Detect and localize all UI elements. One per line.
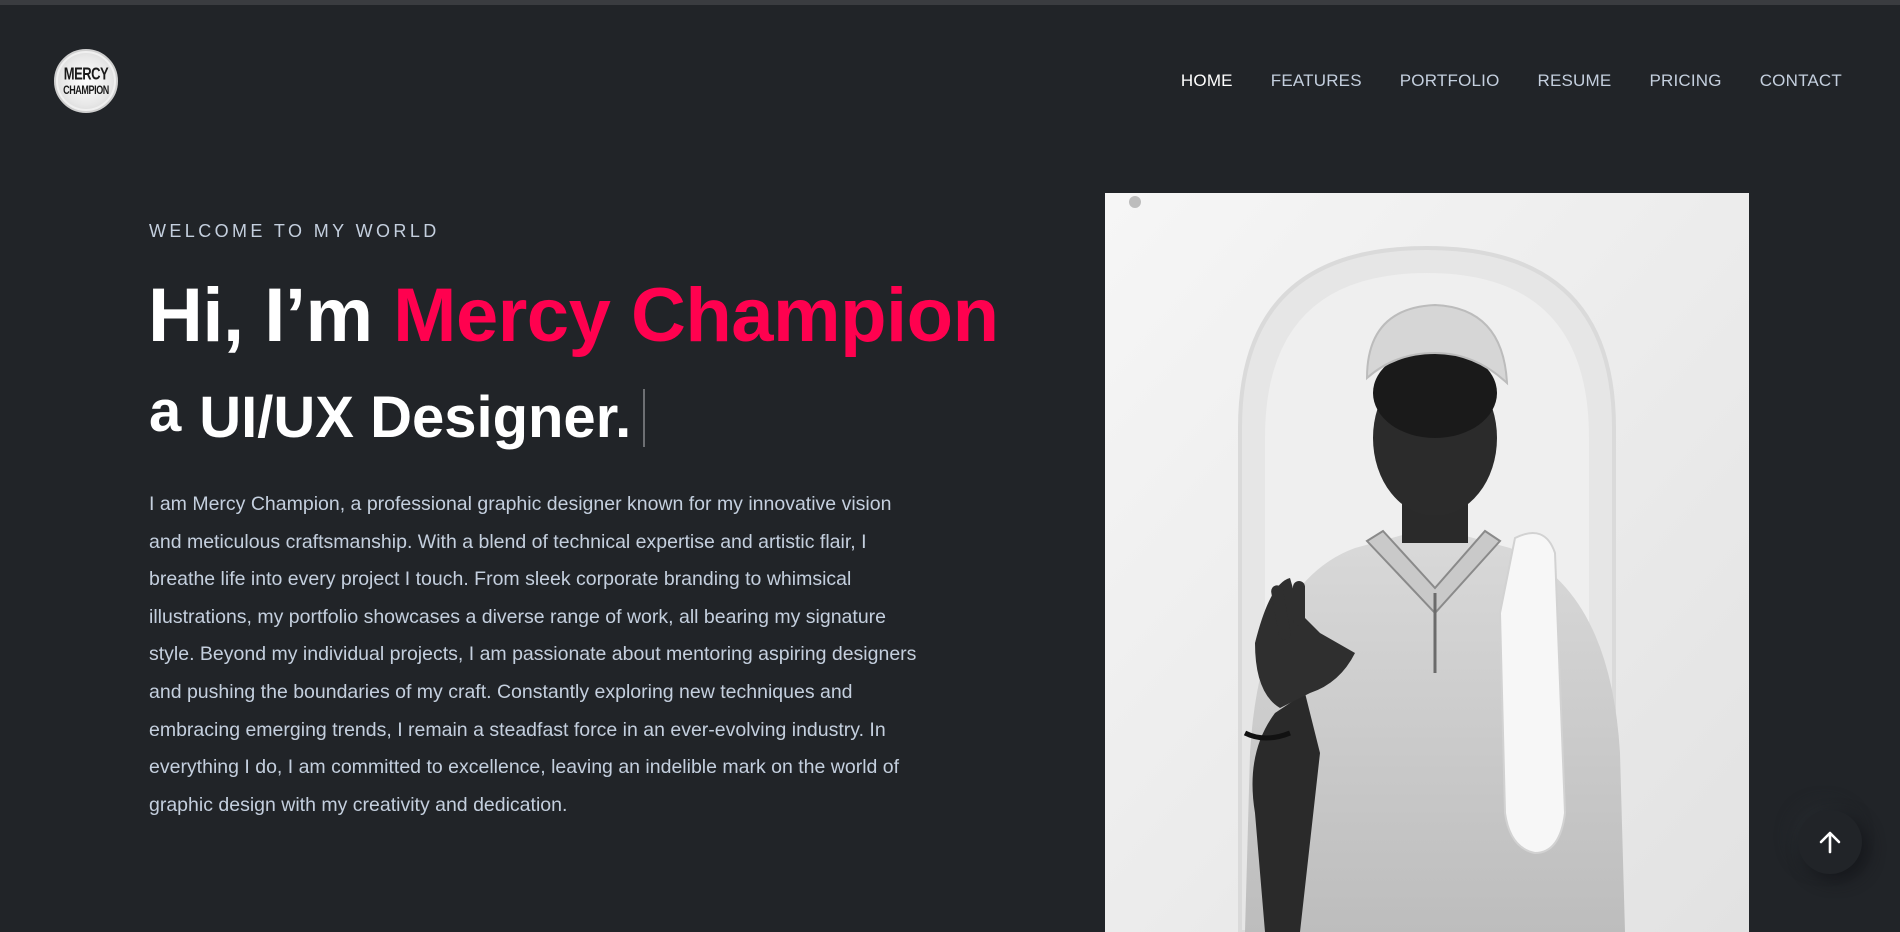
back-to-top-button[interactable]	[1798, 810, 1862, 874]
logo-text-line2: CHAMPION	[63, 83, 109, 97]
hero-role-prefix: a	[149, 379, 182, 444]
nav-resume[interactable]: RESUME	[1538, 71, 1612, 91]
arrow-up-icon	[1819, 831, 1841, 854]
welcome-tagline: WELCOME TO MY WORLD	[149, 221, 440, 241]
nav-pricing[interactable]: PRICING	[1649, 71, 1721, 91]
hero-bio: I am Mercy Champion, a professional grap…	[149, 493, 917, 816]
profile-photo-illustration	[1105, 193, 1749, 932]
site-header: MERCY CHAMPION HOME FEATURES PORTFOLIO R…	[0, 5, 1900, 155]
nav-features[interactable]: FEATURES	[1271, 71, 1362, 91]
typing-cursor	[643, 389, 646, 447]
site-logo[interactable]: MERCY CHAMPION	[54, 49, 118, 113]
main-nav: HOME FEATURES PORTFOLIO RESUME PRICING C…	[1143, 71, 1842, 91]
hero-role: UI/UX Designer.	[199, 385, 632, 450]
profile-photo	[1105, 193, 1749, 932]
logo-text-line1: MERCY	[63, 63, 109, 84]
nav-contact[interactable]: CONTACT	[1760, 71, 1842, 91]
nav-portfolio[interactable]: PORTFOLIO	[1400, 71, 1500, 91]
hero-name: Mercy Champion	[393, 273, 999, 358]
logo-mark: MERCY CHAMPION	[58, 53, 114, 109]
nav-home[interactable]: HOME	[1181, 71, 1233, 91]
hero-heading: Hi, I’m Mercy Champion	[148, 272, 999, 359]
hero-role-line: a UI/UX Designer.	[149, 379, 646, 451]
hero-greeting: Hi, I’m	[148, 273, 394, 358]
